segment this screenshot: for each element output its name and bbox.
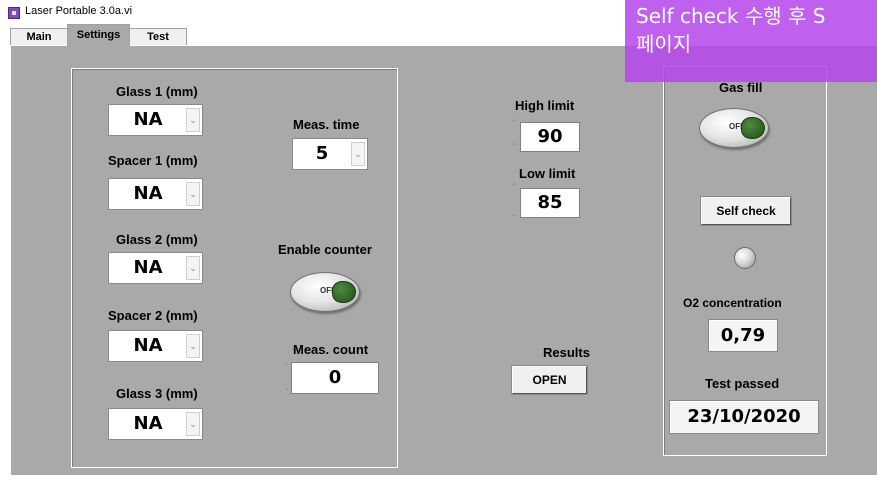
glass1-select[interactable]: NA ⌄ (108, 104, 203, 136)
toggle-knob (741, 117, 765, 139)
glass2-select[interactable]: NA ⌄ (108, 252, 203, 284)
chevron-down-icon[interactable]: ⌄ (351, 142, 365, 166)
low-limit-label: Low limit (519, 166, 576, 181)
window-left-edge (0, 45, 10, 484)
glass3-label: Glass 3 (mm) (116, 386, 198, 401)
decrement-arrow-icon[interactable]: ⌄ (509, 209, 519, 219)
meas-time-label: Meas. time (293, 117, 360, 132)
chevron-down-icon[interactable]: ⌄ (186, 182, 200, 206)
self-check-led-indicator (734, 247, 756, 269)
meas-count-input[interactable]: 0 (291, 362, 379, 394)
meas-time-select[interactable]: 5 ⌄ (292, 138, 368, 170)
glass2-label: Glass 2 (mm) (116, 232, 198, 247)
low-limit-input[interactable]: 85 (520, 188, 580, 218)
tab-settings[interactable]: Settings (67, 24, 130, 46)
spacer2-value: NA (133, 335, 163, 356)
results-label: Results (543, 345, 590, 360)
gas-fill-label: Gas fill (719, 80, 763, 95)
annotation-line-1: Self check 수행 후 S (636, 4, 826, 28)
results-open-button[interactable]: OPEN (512, 366, 587, 394)
glass1-value: NA (133, 109, 163, 130)
spacer2-select[interactable]: NA ⌄ (108, 330, 203, 362)
enable-counter-label: Enable counter (278, 242, 372, 257)
meas-time-value: 5 (315, 143, 329, 164)
meas-count-label: Meas. count (293, 342, 369, 357)
glass1-label: Glass 1 (mm) (116, 84, 198, 99)
settings-panel: Glass 1 (mm) NA ⌄ Spacer 1 (mm) NA ⌄ Gla… (10, 45, 877, 475)
chevron-down-icon[interactable]: ⌄ (186, 334, 200, 358)
chevron-down-icon[interactable]: ⌄ (186, 256, 200, 280)
chevron-down-icon[interactable]: ⌄ (186, 412, 200, 436)
chevron-down-icon[interactable]: ⌄ (186, 108, 200, 132)
test-passed-label: Test passed (705, 376, 780, 391)
gas-fill-toggle[interactable]: OFF (699, 108, 769, 148)
enable-counter-toggle[interactable]: OFF (290, 272, 360, 312)
increment-arrow-icon[interactable]: ⌃ (509, 118, 519, 128)
tab-main[interactable]: Main (10, 28, 68, 46)
spacer1-select[interactable]: NA ⌄ (108, 178, 203, 210)
annotation-callout: Self check 수행 후 S 페이지 (625, 0, 877, 82)
o2-concentration-label: O2 concentration (683, 296, 782, 310)
decrement-arrow-icon[interactable]: ⌄ (509, 138, 519, 148)
high-limit-label: High limit (515, 98, 575, 113)
glass3-value: NA (133, 413, 163, 434)
tab-test[interactable]: Test (129, 28, 187, 46)
spacer2-label: Spacer 2 (mm) (108, 308, 198, 323)
toggle-knob (332, 281, 356, 303)
app-icon (8, 7, 20, 19)
increment-arrow-icon[interactable]: ⌃ (509, 182, 519, 192)
o2-concentration-value: 0,79 (708, 319, 778, 352)
annotation-line-2: 페이지 (636, 32, 692, 56)
glass2-value: NA (133, 257, 163, 278)
glass3-select[interactable]: NA ⌄ (108, 408, 203, 440)
self-check-button[interactable]: Self check (701, 197, 791, 225)
spacer1-value: NA (133, 183, 163, 204)
high-limit-input[interactable]: 90 (520, 122, 580, 152)
test-passed-date: 23/10/2020 (669, 400, 819, 434)
spacer1-label: Spacer 1 (mm) (108, 153, 198, 168)
window-title: Laser Portable 3.0a.vi (25, 5, 133, 17)
